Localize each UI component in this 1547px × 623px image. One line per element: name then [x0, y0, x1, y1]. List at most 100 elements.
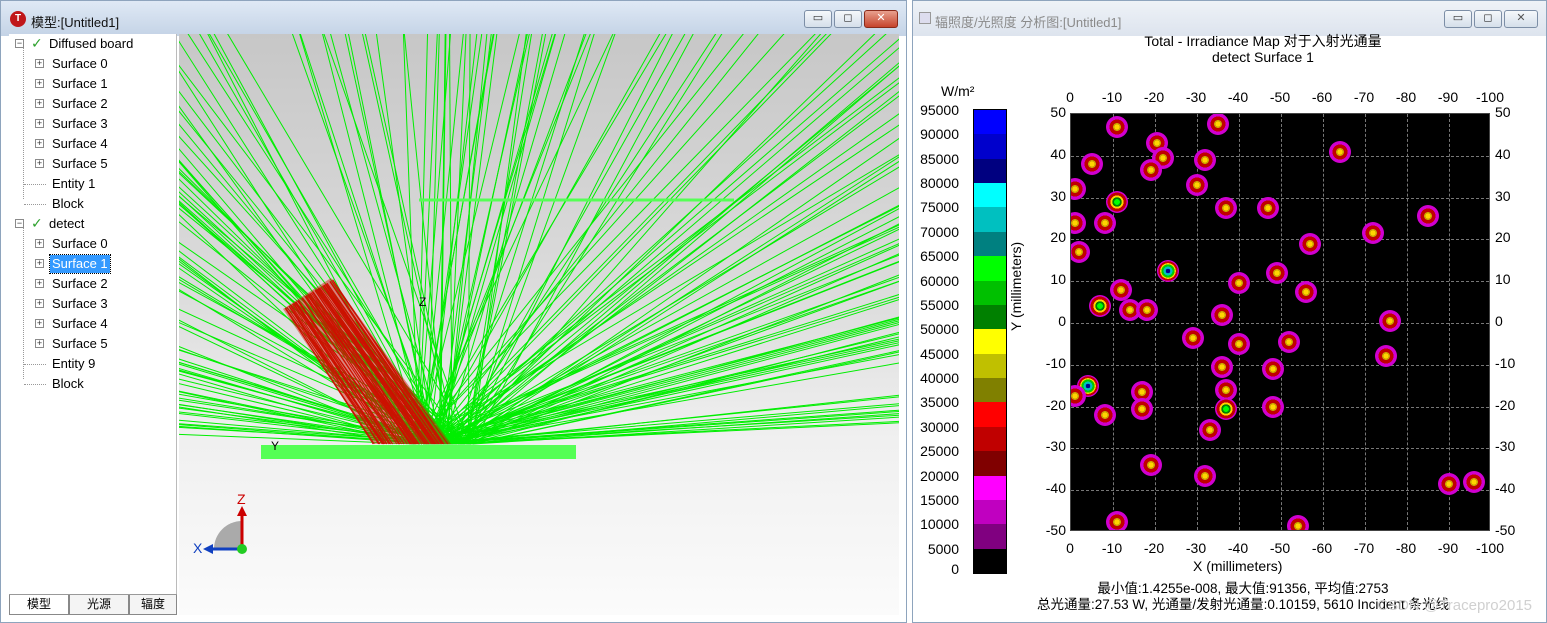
y-tick-label: 10 — [1050, 271, 1066, 288]
colorbar-tick-label: 95000 — [920, 102, 959, 118]
colorbar-segment — [974, 207, 1006, 233]
tab-irradiance[interactable]: 辐度 — [129, 595, 177, 615]
irradiance-spot — [1106, 190, 1129, 213]
irradiance-map[interactable] — [1070, 113, 1490, 531]
3d-viewport[interactable]: Y Z Z X — [179, 34, 899, 615]
y-tick-label-right: 10 — [1495, 271, 1511, 288]
irradiance-spot — [1299, 232, 1322, 255]
irradiance-spot — [1106, 510, 1129, 530]
model-tree[interactable]: − ✓ Diffused board + Surface 0 + Surface 1 + Sur… — [9, 34, 177, 594]
expand-icon[interactable]: + — [35, 119, 44, 128]
collapse-icon[interactable]: − — [15, 39, 24, 48]
irradiance-spot — [1261, 395, 1284, 418]
x-tick-label: -80 — [1395, 89, 1417, 105]
y-tick-label: -40 — [1045, 480, 1066, 497]
colorbar-segment — [974, 329, 1006, 355]
close-button[interactable]: ✕ — [864, 10, 898, 28]
tree-line — [24, 184, 46, 185]
irradiance-spot — [1071, 240, 1091, 263]
triad-z-arrow — [237, 506, 247, 516]
close-button[interactable]: ✕ — [1504, 10, 1538, 28]
colorbar-tick-label: 85000 — [920, 150, 959, 167]
expand-icon[interactable]: + — [35, 319, 44, 328]
colorbar-segment — [974, 134, 1006, 160]
y-tick-label: -20 — [1045, 396, 1066, 413]
y-tick-label-right: -10 — [1495, 354, 1516, 371]
y-tick-label: 40 — [1050, 145, 1066, 162]
x-tick-label: -50 — [1269, 540, 1291, 556]
x-tick-label: -20 — [1143, 89, 1165, 105]
y-tick-label-right: 40 — [1495, 145, 1511, 162]
colorbar-segment — [974, 402, 1006, 428]
irradiance-spot — [1417, 205, 1439, 228]
irradiance-window-titlebar[interactable]: 辐照度/光照度 分析图:[Untitled1] ▭ ◻ ✕ — [913, 1, 1546, 36]
y-tick-label: -50 — [1045, 522, 1066, 538]
model-window-titlebar[interactable]: T 模型:[Untitled1] ▭ ◻ ✕ — [1, 1, 906, 36]
tree-item-label: Surface 2 — [52, 276, 108, 291]
expand-icon[interactable]: + — [35, 279, 44, 288]
colorbar-segment — [974, 451, 1006, 477]
tree-tabs: 模型 光源 辐度 — [9, 594, 177, 615]
colorbar-tick-label: 0 — [951, 561, 959, 577]
irradiance-spot — [1093, 403, 1116, 426]
irradiance-spot — [1228, 332, 1250, 355]
triad-z-label: Z — [237, 491, 246, 507]
grid-line — [1071, 448, 1489, 450]
stats-line1: 最小值:1.4255e-008, 最大值:91356, 平均值:2753 — [1097, 581, 1389, 596]
expand-icon[interactable]: + — [35, 59, 44, 68]
minimize-button[interactable]: ▭ — [1444, 10, 1472, 28]
tree-item-label: Entity 9 — [52, 356, 96, 371]
x-tick-label: -20 — [1143, 540, 1165, 556]
triad-x-label: X — [193, 540, 203, 556]
grid-line — [1239, 114, 1240, 530]
expand-icon[interactable]: + — [35, 299, 44, 308]
y-tick-label-right: 50 — [1495, 104, 1511, 120]
x-tick-label: -50 — [1269, 89, 1291, 105]
x-tick-label: -100 — [1475, 89, 1505, 105]
expand-icon[interactable]: + — [35, 159, 44, 168]
tab-source[interactable]: 光源 — [69, 595, 129, 615]
tree-item-label: Surface 3 — [52, 296, 108, 311]
tree-line — [24, 364, 46, 365]
minimize-button[interactable]: ▭ — [804, 10, 832, 28]
irradiance-spot — [1093, 211, 1116, 234]
y-tick-label-right: 0 — [1495, 313, 1503, 329]
colorbar-segment — [974, 304, 1006, 330]
y-tick-label: 20 — [1050, 229, 1066, 246]
irradiance-spot — [1261, 357, 1284, 380]
expand-icon[interactable]: + — [35, 259, 44, 268]
x-tick-label: -100 — [1475, 540, 1505, 556]
irradiance-spot — [1071, 211, 1087, 234]
colorbar-tick-label: 25000 — [920, 443, 959, 460]
tree-line — [23, 228, 24, 379]
irradiance-spot — [1228, 272, 1250, 295]
colorbar-tick-label: 70000 — [920, 223, 959, 240]
collapse-icon[interactable]: − — [15, 219, 24, 228]
irradiance-spot — [1286, 514, 1309, 530]
expand-icon[interactable]: + — [35, 339, 44, 348]
grid-line — [1071, 490, 1489, 492]
plot-title: Total - Irradiance Map 对于入射光通量 detect Su… — [1013, 33, 1513, 65]
x-tick-label: 0 — [1066, 89, 1074, 105]
expand-icon[interactable]: + — [35, 79, 44, 88]
tree-line — [24, 204, 46, 205]
grid-line — [1071, 155, 1489, 157]
colorbar-tick-label: 5000 — [927, 540, 959, 557]
tree-item-label: Surface 0 — [52, 236, 108, 251]
restore-button[interactable]: ◻ — [834, 10, 862, 28]
tab-model[interactable]: 模型 — [9, 595, 69, 615]
irradiance-spot — [1211, 303, 1234, 326]
expand-icon[interactable]: + — [35, 139, 44, 148]
grid-line — [1281, 114, 1282, 530]
expand-icon[interactable]: + — [35, 239, 44, 248]
irradiance-spot — [1089, 295, 1112, 318]
tree-item-label: Surface 3 — [52, 116, 108, 131]
expand-icon[interactable]: + — [35, 99, 44, 108]
y-tick-label-right: 20 — [1495, 229, 1511, 246]
tree-item-label: Surface 2 — [52, 96, 108, 111]
tree-line — [24, 384, 46, 385]
tree-item-label: Surface 0 — [52, 56, 108, 71]
ray-line — [418, 34, 520, 445]
ray-trace-view: Y Z Z X — [179, 34, 899, 556]
restore-button[interactable]: ◻ — [1474, 10, 1502, 28]
